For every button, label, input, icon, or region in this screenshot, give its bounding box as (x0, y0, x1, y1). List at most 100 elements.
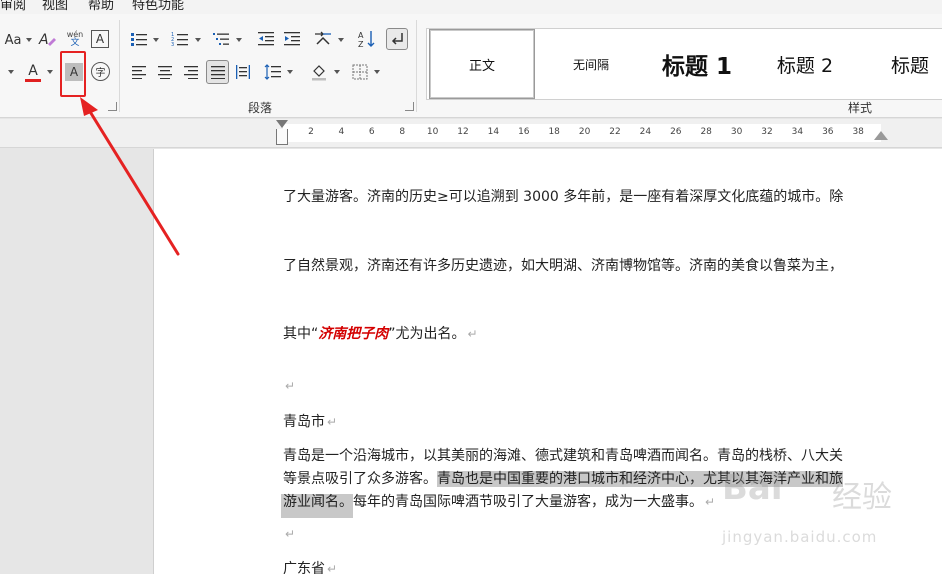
annotation-highlight-box (60, 51, 86, 97)
style-heading-1[interactable]: 标题 1 (647, 29, 747, 99)
chevron-down-icon[interactable] (47, 70, 53, 74)
clear-format-button[interactable]: A (36, 28, 58, 50)
ruler-tick-label: 32 (761, 127, 773, 137)
ribbon: Aa A wén 文 A A A 字 1 2 3 A Z 段落 正文 无间隔 标… (0, 14, 942, 118)
show-formatting-marks-button[interactable] (386, 28, 408, 50)
font-color-button[interactable]: A (24, 62, 42, 84)
justify-icon (210, 66, 225, 79)
sort-icon: A Z (358, 31, 375, 49)
heading-qingdao[interactable]: 青岛市 ↵ (283, 411, 337, 431)
heading-guangdong-text: 广东省 (283, 561, 325, 574)
menu-bar: 审阅 视图 帮助 特色功能 (0, 0, 942, 14)
group-divider (416, 20, 417, 112)
paragraph-mark-icon (391, 33, 403, 45)
multilevel-list-button[interactable] (211, 28, 231, 50)
left-indent-marker[interactable] (276, 129, 288, 145)
menu-special[interactable]: 特色功能 (132, 0, 184, 13)
watermark-url: jingyan.baidu.com (722, 528, 878, 546)
shaded-text: 游业闻名。 (281, 494, 353, 518)
numbering-icon: 1 2 3 (171, 32, 188, 47)
styles-group-label: 样式 (848, 101, 873, 115)
ruler-tick-label: 30 (730, 127, 743, 137)
align-right-button[interactable] (181, 61, 201, 83)
heading-guangdong[interactable]: 广东省 ↵ (283, 558, 337, 574)
first-line-indent-marker[interactable] (276, 120, 288, 128)
watermark-logo: Bai (722, 468, 783, 508)
menu-help[interactable]: 帮助 (88, 0, 114, 13)
shading-button[interactable] (309, 61, 329, 83)
chevron-down-icon[interactable] (153, 38, 159, 42)
ruler-tick-label: 8 (399, 127, 406, 137)
numbering-button[interactable]: 1 2 3 (170, 28, 190, 50)
style-no-spacing[interactable]: 无间隔 (539, 29, 643, 99)
ruler-tick-label: 26 (670, 127, 682, 137)
line-spacing-icon (264, 64, 281, 80)
enclose-characters-button[interactable]: 字 (91, 62, 110, 81)
ruler-tick-label: 2 (308, 127, 314, 137)
style-normal[interactable]: 正文 (429, 29, 535, 99)
svg-text:A: A (38, 32, 49, 48)
decrease-indent-icon (258, 32, 274, 46)
font-dialog-launcher-icon[interactable] (108, 102, 117, 111)
doc-line-3[interactable]: 其中“济南把子肉”尤为出名。 ↵ (283, 323, 478, 343)
ruler-tick-label: 36 (822, 127, 834, 137)
ruler-tick-label: 14 (487, 127, 500, 137)
ruler-tick-label: 38 (852, 127, 864, 137)
chevron-down-icon[interactable] (195, 38, 201, 42)
char-border-button[interactable]: A (91, 30, 109, 48)
style-heading-2[interactable]: 标题 2 (753, 29, 857, 99)
increase-indent-icon (284, 32, 300, 46)
phonetic-guide-button[interactable]: wén 文 (63, 26, 87, 52)
horizontal-ruler[interactable]: 2 4 6 8 10 12 14 16 18 20 22 24 26 28 30 32 34 36 38 (0, 119, 942, 148)
line-spacing-button[interactable] (263, 61, 283, 83)
align-left-button[interactable] (129, 61, 149, 83)
paragraph-dialog-launcher-icon[interactable] (405, 102, 414, 111)
chevron-down-icon[interactable] (334, 70, 340, 74)
doc-line-3-post: ”尤为出名。 (388, 326, 466, 342)
paragraph-mark: ↵ (467, 327, 478, 341)
empty-paragraph[interactable]: ↵ (283, 378, 295, 394)
menu-view[interactable]: 视图 (42, 0, 68, 13)
chevron-down-icon[interactable] (338, 38, 344, 42)
sort-button[interactable]: A Z (356, 28, 378, 50)
style-title[interactable]: 标题 (867, 29, 942, 99)
qingdao-line-1[interactable]: 青岛是一个沿海城市，以其美丽的海滩、德式建筑和青岛啤酒而闻名。青岛的栈桥、八大关 (283, 445, 843, 465)
phonetic-bottom-label: 文 (70, 38, 80, 48)
decrease-indent-button[interactable] (256, 28, 276, 50)
paragraph-mark: ↵ (705, 495, 716, 509)
qingdao-line-2-pre: 等景点吸引了众多游客。 (283, 471, 437, 487)
font-color-swatch (25, 79, 41, 82)
svg-text:Z: Z (358, 40, 364, 49)
ruler-tick-label: 18 (548, 127, 560, 137)
chevron-down-icon[interactable] (26, 38, 32, 42)
styles-gallery: 正文 无间隔 标题 1 标题 2 标题 (426, 28, 942, 100)
chevron-down-icon[interactable] (287, 70, 293, 74)
paragraph-mark: ↵ (327, 415, 338, 429)
menu-review[interactable]: 审阅 (0, 0, 26, 13)
qingdao-line-3-post: 每年的青岛国际啤酒节吸引了大量游客，成为一大盛事。 (353, 494, 703, 510)
ruler-tick-label: 16 (518, 127, 530, 137)
right-indent-marker[interactable] (874, 131, 888, 140)
chinese-layout-button[interactable] (312, 28, 334, 50)
increase-indent-button[interactable] (282, 28, 302, 50)
paragraph-mark: ↵ (285, 527, 296, 541)
paragraph-mark: ↵ (327, 562, 338, 574)
change-case-button[interactable]: Aa (0, 30, 26, 50)
chevron-down-icon[interactable] (374, 70, 380, 74)
ruler-tick-label: 6 (368, 127, 375, 137)
justify-button[interactable] (206, 60, 229, 84)
align-center-button[interactable] (155, 61, 175, 83)
ruler-tick-label: 10 (426, 127, 439, 137)
empty-paragraph[interactable]: ↵ (283, 526, 295, 542)
chevron-down-icon[interactable] (236, 38, 242, 42)
qingdao-line-3[interactable]: 游业闻名。每年的青岛国际啤酒节吸引了大量游客，成为一大盛事。 ↵ (281, 491, 716, 518)
borders-button[interactable] (350, 61, 370, 83)
distributed-button[interactable] (233, 61, 253, 83)
align-left-icon (132, 66, 146, 79)
word-window: 审阅 视图 帮助 特色功能 Aa A wén 文 A A A 字 1 2 3 A… (0, 0, 942, 574)
doc-line-2[interactable]: 了自然景观，济南还有许多历史遗迹，如大明湖、济南博物馆等。济南的美食以鲁菜为主， (283, 255, 843, 275)
chevron-down-icon[interactable] (8, 70, 14, 74)
bullets-button[interactable] (129, 28, 149, 50)
align-right-icon (184, 66, 198, 79)
doc-line-1[interactable]: 了大量游客。济南的历史≥可以追溯到 3000 多年前，是一座有着深厚文化底蕴的城… (283, 186, 843, 206)
